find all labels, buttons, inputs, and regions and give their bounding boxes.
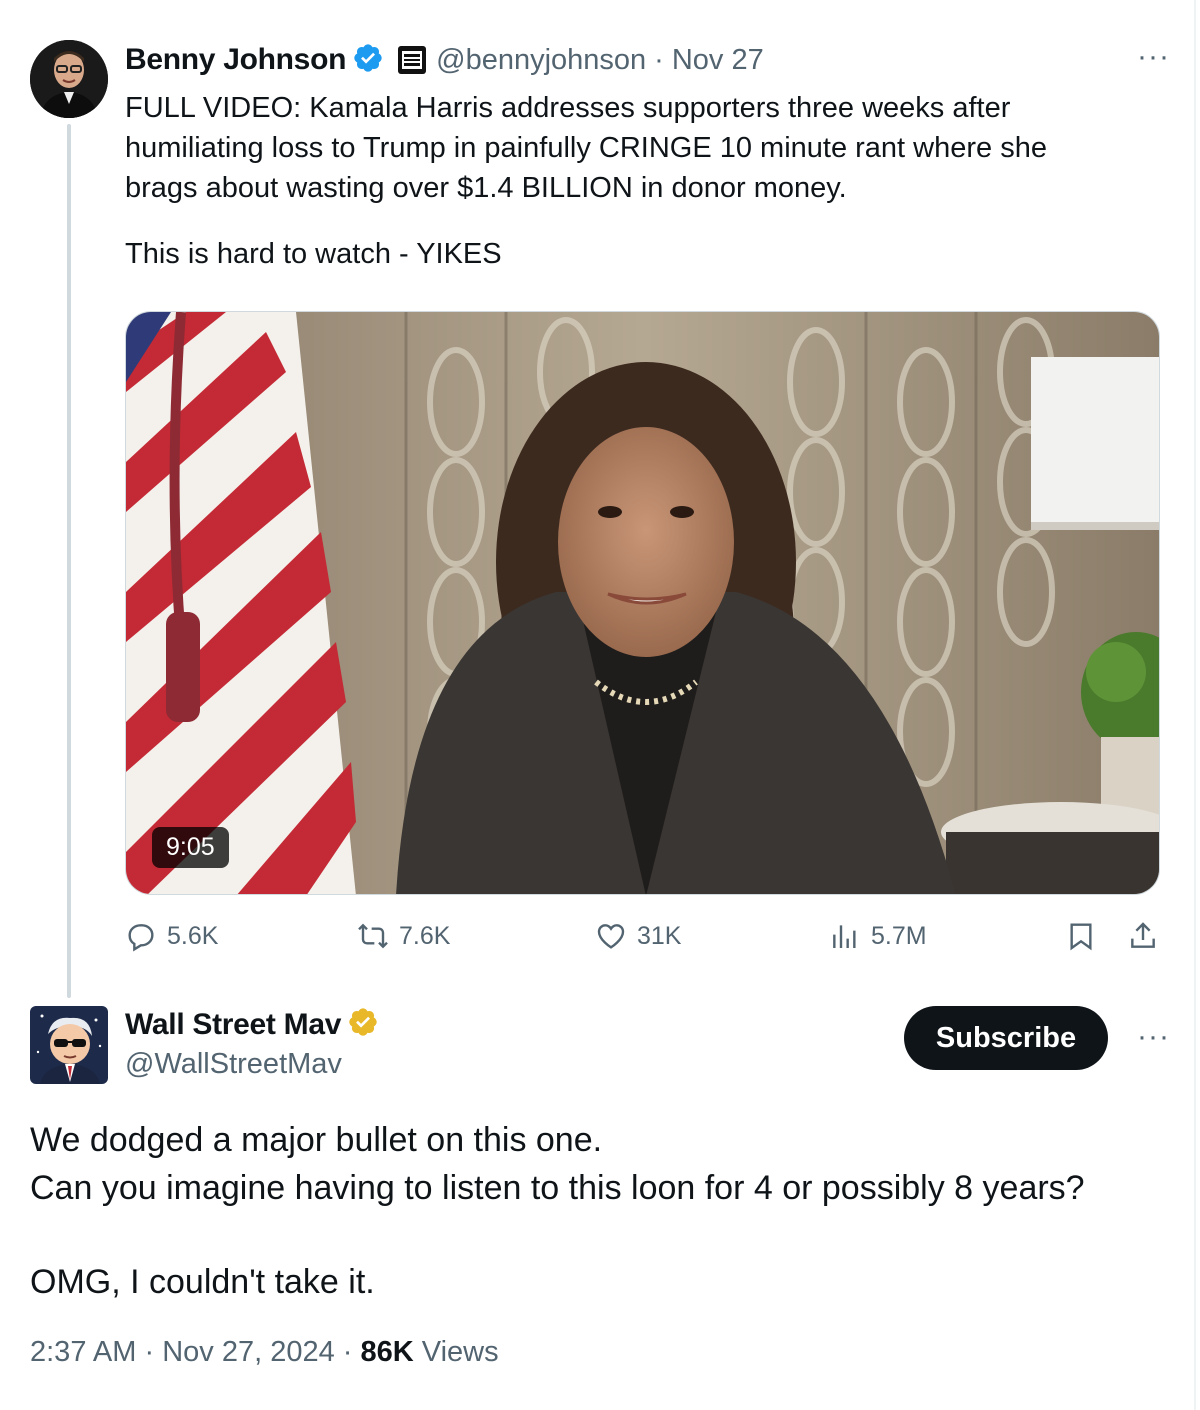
repost-icon xyxy=(358,923,388,949)
like-button[interactable]: 31K xyxy=(595,920,681,952)
views-count: 5.7M xyxy=(871,921,927,950)
tweet-text: FULL VIDEO: Kamala Harris addresses supp… xyxy=(125,88,1165,274)
reply-text-line: OMG, I couldn't take it. xyxy=(30,1263,375,1301)
author-handle[interactable]: @WallStreetMav xyxy=(125,1048,342,1081)
tweet-time[interactable]: 2:37 AM xyxy=(30,1336,136,1368)
tweet-date[interactable]: Nov 27 xyxy=(672,44,764,77)
reply-text-line: We dodged a major bullet on this one. xyxy=(30,1121,603,1159)
reply-icon xyxy=(128,924,154,952)
tweet-header: Benny Johnson @bennyjohnson · Nov 27 xyxy=(125,40,764,80)
tweet-timestamp-row: 2:37 AM · Nov 27, 2024 · 86K Views xyxy=(30,1336,499,1369)
reply-count: 5.6K xyxy=(167,921,219,950)
tweet-text-line: humiliating loss to Trump in painfully C… xyxy=(125,132,1047,164)
subscribe-button[interactable]: Subscribe xyxy=(904,1006,1108,1070)
tweet-actions: 5.6K 7.6K 31K 5.7M xyxy=(125,920,1165,960)
bookmark-icon xyxy=(1070,923,1092,951)
affiliate-badge-icon[interactable] xyxy=(398,46,427,74)
thread-connector-line xyxy=(67,124,71,998)
share-button[interactable] xyxy=(1127,920,1169,952)
tweet-text-line: FULL VIDEO: Kamala Harris addresses supp… xyxy=(125,92,1011,124)
views-button[interactable]: 5.7M xyxy=(829,920,927,952)
video-duration-badge: 9:05 xyxy=(152,827,229,868)
more-options-icon[interactable]: ··· xyxy=(1137,40,1170,74)
tweet-text-line: This is hard to watch - YIKES xyxy=(125,238,502,270)
repost-count: 7.6K xyxy=(399,921,451,950)
author-name[interactable]: Wall Street Mav xyxy=(125,1008,341,1042)
tweet-date[interactable]: Nov 27, 2024 xyxy=(162,1336,335,1368)
meta-separator: · xyxy=(654,43,664,76)
more-options-icon[interactable]: ··· xyxy=(1137,1020,1170,1054)
reply-text-line: Can you imagine having to listen to this… xyxy=(30,1169,1085,1207)
author-name[interactable]: Benny Johnson xyxy=(125,43,346,77)
share-icon xyxy=(1131,922,1155,948)
right-border xyxy=(1194,0,1196,1410)
reply-button[interactable]: 5.6K xyxy=(125,920,218,952)
bookmark-button[interactable] xyxy=(1065,920,1107,952)
like-count: 31K xyxy=(637,921,682,950)
verified-gold-icon[interactable] xyxy=(341,1006,379,1043)
tweet-text-line: brags about wasting over $1.4 BILLION in… xyxy=(125,172,847,204)
meta-separator: · xyxy=(342,1336,353,1368)
reply-text: We dodged a major bullet on this one. Ca… xyxy=(30,1116,1170,1306)
views-count[interactable]: 86K xyxy=(361,1336,414,1368)
views-label: Views xyxy=(421,1336,499,1368)
like-icon xyxy=(597,924,625,949)
avatar[interactable] xyxy=(30,40,108,118)
verified-blue-icon[interactable] xyxy=(346,42,384,79)
views-icon xyxy=(833,925,856,948)
meta-separator: · xyxy=(144,1336,155,1368)
repost-button[interactable]: 7.6K xyxy=(357,920,450,952)
video-thumbnail[interactable]: 9:05 xyxy=(125,311,1160,895)
avatar[interactable] xyxy=(30,1006,108,1084)
reply-header: Wall Street Mav xyxy=(125,1006,379,1043)
author-handle[interactable]: @bennyjohnson xyxy=(436,44,646,77)
